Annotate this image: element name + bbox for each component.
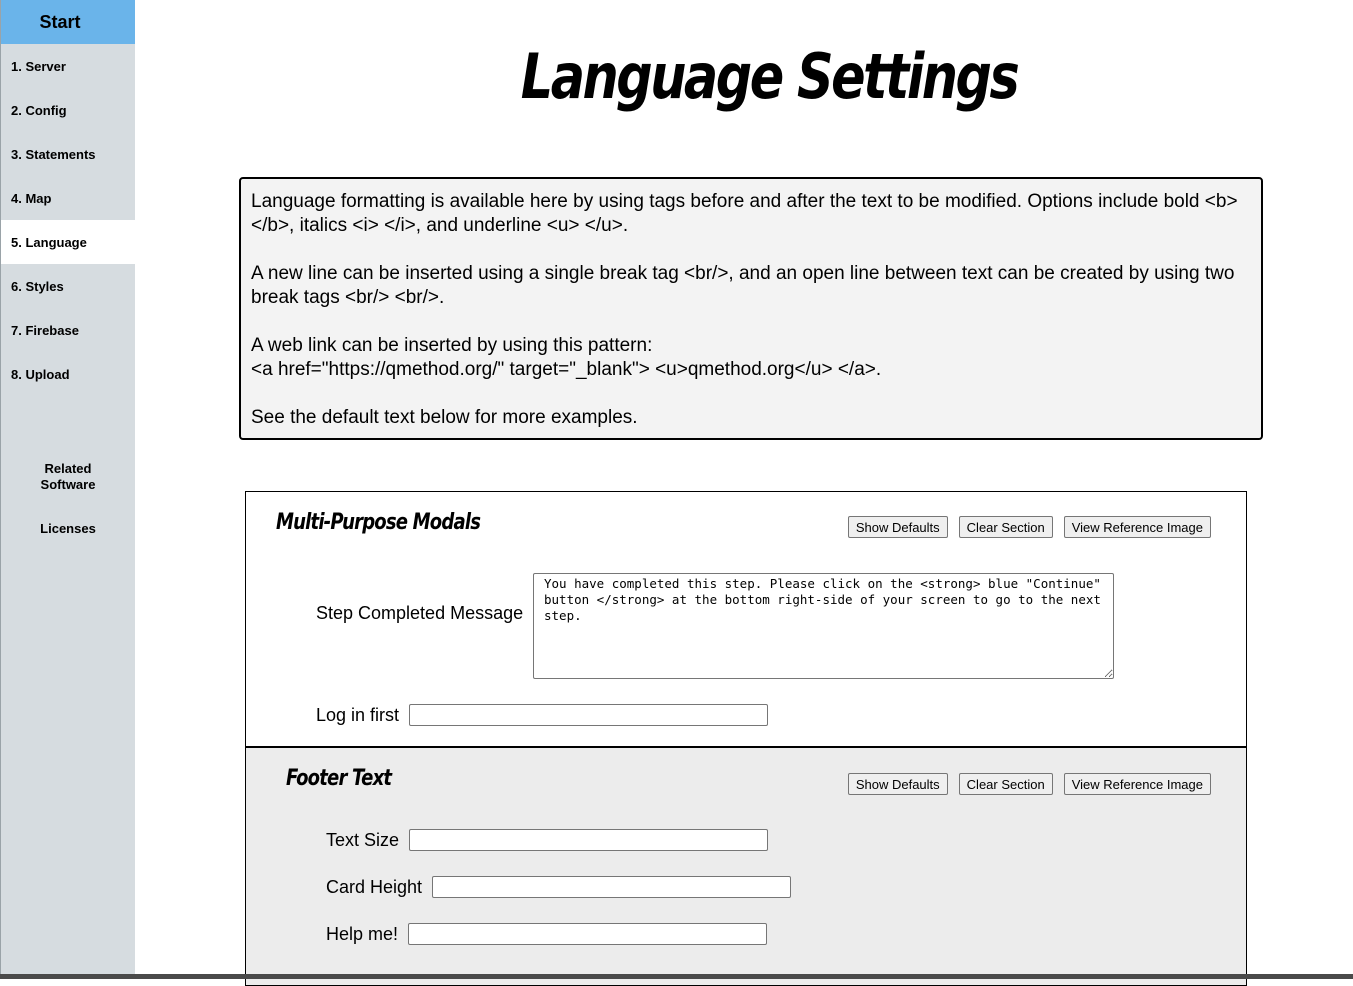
footer-button-row: Show Defaults Clear Section View Referen… (847, 773, 1211, 795)
help-me-label: Help me! (326, 924, 399, 944)
modals-clear-section-button[interactable]: Clear Section (958, 516, 1053, 538)
info-line-break-text: A new line can be inserted using a singl… (251, 263, 1235, 308)
info-web-link-intro: A web link can be inserted by using this… (251, 335, 653, 356)
step-completed-message-textarea[interactable]: You have completed this step. Please cli… (533, 573, 1114, 679)
info-web-link-text: A web link can be inserted by using this… (251, 334, 1251, 382)
card-height-label: Card Height (326, 877, 423, 897)
footer-show-defaults-button[interactable]: Show Defaults (847, 773, 948, 795)
log-in-first-input[interactable] (409, 704, 768, 726)
log-in-first-label: Log in first (316, 705, 400, 725)
info-web-link-example: <a href="https://qmethod.org/" target="_… (251, 359, 882, 380)
sidebar-item-statements[interactable]: 3. Statements (1, 132, 135, 176)
window-bottom-edge (0, 974, 1353, 979)
modals-view-reference-image-button[interactable]: View Reference Image (1063, 516, 1211, 538)
modals-button-row: Show Defaults Clear Section View Referen… (847, 516, 1211, 538)
help-me-input[interactable] (408, 923, 767, 945)
info-formatting-text: Language formatting is available here by… (251, 191, 1238, 236)
text-size-input[interactable] (409, 829, 768, 851)
section-title-footer: Footer Text (286, 766, 392, 791)
step-completed-message-label: Step Completed Message (316, 603, 524, 623)
page-title: Language Settings (520, 40, 1020, 113)
sidebar-item-related-software[interactable]: Related Software (1, 461, 135, 493)
sidebar: Start 1. Server 2. Config 3. Statements … (0, 0, 135, 979)
footer-clear-section-button[interactable]: Clear Section (958, 773, 1053, 795)
modals-show-defaults-button[interactable]: Show Defaults (847, 516, 948, 538)
language-formatting-info: Language formatting is available here by… (239, 177, 1263, 440)
section-title-modals: Multi-Purpose Modals (276, 510, 481, 535)
sidebar-item-start[interactable]: Start (1, 0, 135, 44)
sidebar-item-firebase[interactable]: 7. Firebase (1, 308, 135, 352)
text-size-label: Text Size (326, 830, 400, 850)
footer-text-section: Footer Text Show Defaults Clear Section … (245, 746, 1247, 986)
sidebar-item-styles[interactable]: 6. Styles (1, 264, 135, 308)
footer-view-reference-image-button[interactable]: View Reference Image (1063, 773, 1211, 795)
sidebar-item-server[interactable]: 1. Server (1, 44, 135, 88)
sidebar-item-licenses[interactable]: Licenses (1, 521, 135, 537)
card-height-input[interactable] (432, 876, 791, 898)
sidebar-item-upload[interactable]: 8. Upload (1, 352, 135, 396)
sidebar-item-config[interactable]: 2. Config (1, 88, 135, 132)
sidebar-item-map[interactable]: 4. Map (1, 176, 135, 220)
info-see-defaults-text: See the default text below for more exam… (251, 407, 638, 428)
multi-purpose-modals-section: Multi-Purpose Modals Show Defaults Clear… (245, 491, 1247, 748)
sidebar-item-language[interactable]: 5. Language (1, 220, 135, 264)
